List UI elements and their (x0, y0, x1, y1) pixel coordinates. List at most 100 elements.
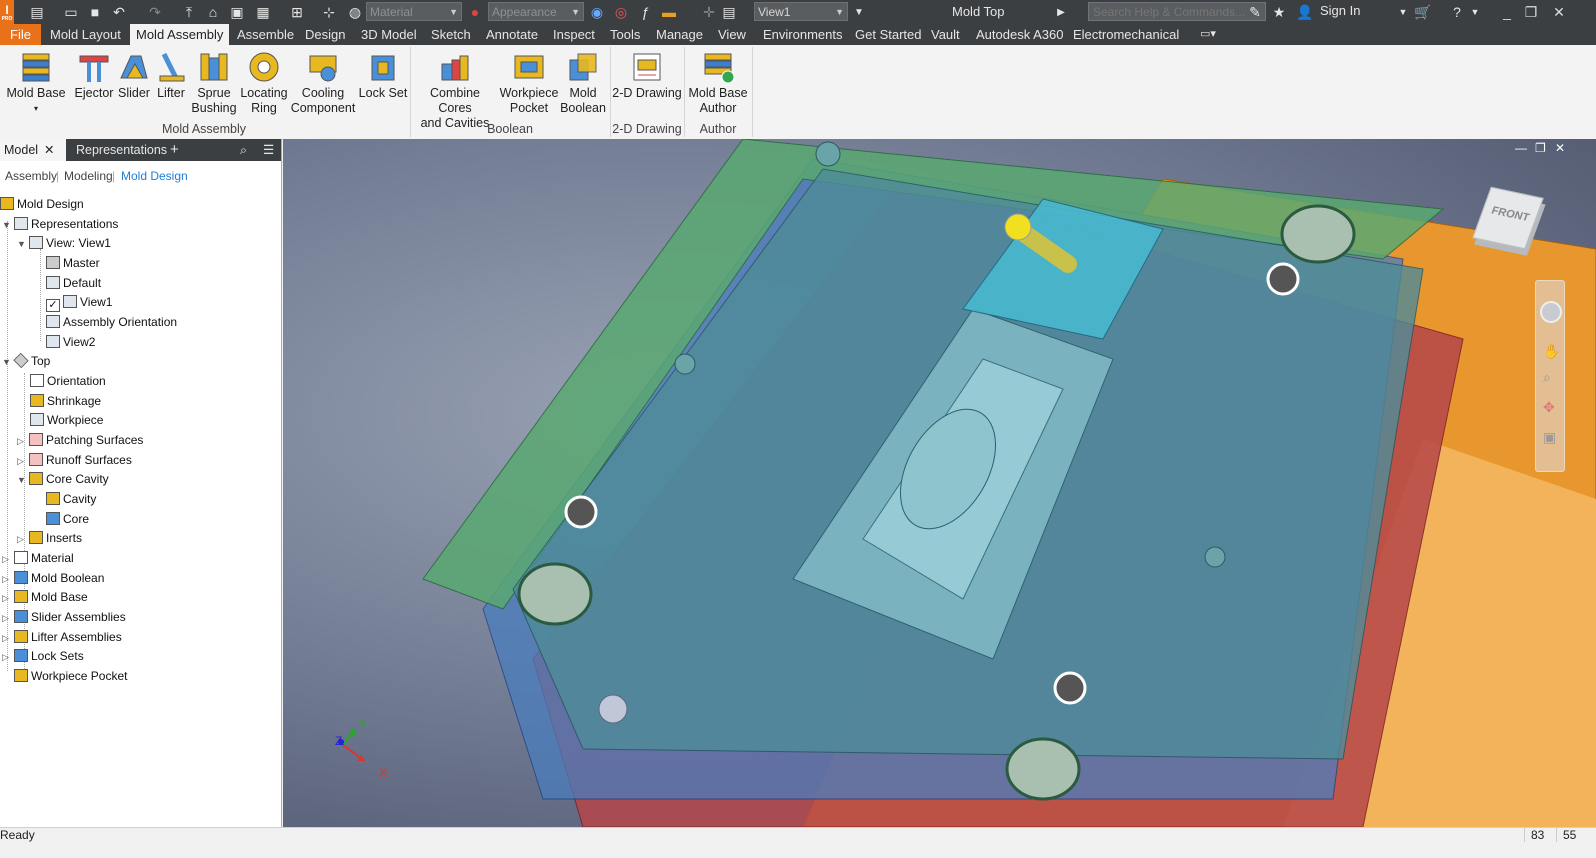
chevron-right-icon[interactable]: ▷ (2, 629, 14, 647)
subtab-modeling[interactable]: Modeling (64, 169, 113, 183)
tree-item-orientation[interactable]: Orientation (30, 372, 106, 390)
tree-item-patching-surfaces[interactable]: ▷ Patching Surfaces (17, 431, 143, 449)
ribbon-options-icon[interactable]: ▭▾ (1194, 24, 1222, 45)
tab-autodesk-a360[interactable]: Autodesk A360 (970, 24, 1069, 45)
combine-cores-button[interactable]: Combine Cores and Cavities (412, 47, 498, 131)
tree-item-mold-base[interactable]: ▷ Mold Base (2, 588, 88, 606)
restore-button[interactable]: ❐ (1520, 2, 1542, 22)
chevron-down-icon[interactable]: ▼ (1466, 3, 1484, 21)
tree-item-runoff-surfaces[interactable]: ▷ Runoff Surfaces (17, 451, 132, 469)
tab-design[interactable]: Design (299, 24, 351, 45)
chevron-right-icon[interactable]: ▷ (17, 530, 29, 548)
sign-in-link[interactable]: Sign In (1320, 3, 1360, 18)
appearance-dropdown[interactable]: Appearance ▼ (488, 2, 584, 21)
chevron-right-icon[interactable]: ▷ (2, 648, 14, 666)
tab-tools[interactable]: Tools (604, 24, 646, 45)
undo-icon[interactable]: ↶ (110, 3, 128, 21)
tab-mold-assembly[interactable]: Mold Assembly (130, 24, 230, 45)
menu-icon[interactable]: ☰ (263, 139, 274, 161)
checkbox-checked-icon[interactable]: ✓ (46, 299, 60, 312)
tab-mold-layout[interactable]: Mold Layout (44, 24, 127, 45)
tree-item-material[interactable]: ▷ Material (2, 549, 74, 567)
appearance-sphere-icon[interactable]: ● (466, 3, 484, 21)
mold-boolean-button[interactable]: Mold Boolean (560, 47, 606, 116)
communication-icon[interactable]: ✎ (1246, 3, 1264, 21)
chevron-down-icon[interactable]: ▼ (2, 353, 14, 371)
lock-set-button[interactable]: Lock Set (358, 47, 408, 101)
tab-manage[interactable]: Manage (650, 24, 709, 45)
align-icon[interactable]: ✛ (700, 3, 718, 21)
graphics-viewport[interactable]: FRONT — ❐ ✕ ✋ ⌕ ✥ ▣ X Y Z (283, 139, 1596, 827)
2d-drawing-button[interactable]: 2-D Drawing (612, 47, 682, 101)
tree-item-core-cavity[interactable]: ▼ Core Cavity (17, 470, 109, 488)
cart-icon[interactable]: 🛒 (1414, 3, 1432, 21)
help-icon[interactable]: ? (1448, 3, 1466, 21)
customize-qat-icon[interactable]: ▼ (850, 3, 868, 21)
user-icon[interactable]: 👤 (1296, 3, 1314, 21)
steering-wheel-icon[interactable] (1540, 301, 1562, 323)
subtab-assembly[interactable]: Assembly (5, 169, 57, 183)
ejector-button[interactable]: Ejector (72, 47, 116, 101)
tree-item-slider-assemblies[interactable]: ▷ Slider Assemblies (2, 608, 126, 626)
tree-item-view2[interactable]: View2 (46, 333, 95, 351)
orbit-icon[interactable]: ✥ (1543, 399, 1555, 416)
tab-get-started[interactable]: Get Started (849, 24, 927, 45)
home-icon[interactable]: ⌂ (204, 3, 222, 21)
project-icon[interactable]: ▦ (254, 3, 272, 21)
tree-item-default[interactable]: Default (46, 274, 101, 292)
viewport-restore-icon[interactable]: ❐ (1535, 141, 1546, 155)
workpiece-pocket-button[interactable]: Workpiece Pocket (498, 47, 560, 116)
minimize-button[interactable]: _ (1496, 2, 1518, 22)
close-window-button[interactable]: ✕ (1548, 2, 1570, 22)
tree-item-top[interactable]: ▼ Top (2, 352, 50, 370)
select-filter-icon[interactable]: ⊞ (288, 3, 306, 21)
cooling-component-button[interactable]: Cooling Component (290, 47, 356, 116)
chevron-down-icon[interactable]: ▼ (17, 235, 29, 253)
chevron-right-icon[interactable]: ▷ (2, 609, 14, 627)
tab-electromechanical[interactable]: Electromechanical (1067, 24, 1185, 45)
pan-icon[interactable]: ✋ (1543, 343, 1560, 360)
chevron-right-icon[interactable]: ▷ (17, 452, 29, 470)
tab-vault[interactable]: Vault (925, 24, 966, 45)
sprue-bushing-button[interactable]: Sprue Bushing (190, 47, 238, 116)
inventor-logo-icon[interactable]: I PRO (0, 0, 14, 24)
adjust-appearance-icon[interactable]: ◉ (588, 3, 606, 21)
zoom-icon[interactable]: ⌕ (1543, 369, 1551, 386)
tree-item-shrinkage[interactable]: Shrinkage (30, 392, 101, 410)
mass-props-icon[interactable]: ▤ (720, 3, 738, 21)
open-folder-icon[interactable]: ▭ (62, 3, 80, 21)
tab-annotate[interactable]: Annotate (480, 24, 544, 45)
subtab-mold-design[interactable]: Mold Design (121, 169, 188, 183)
tree-item-core[interactable]: Core (46, 510, 89, 528)
tab-inspect[interactable]: Inspect (547, 24, 601, 45)
tree-item-mold-design[interactable]: Mold Design (0, 195, 84, 213)
line-weight-icon[interactable]: ▬ (660, 3, 678, 21)
redo-icon[interactable]: ↷ (146, 3, 164, 21)
tree-item-workpiece[interactable]: Workpiece (30, 411, 103, 429)
tab-model[interactable]: Model ✕ (0, 139, 66, 161)
tab-sketch[interactable]: Sketch (425, 24, 477, 45)
tree-item-lock-sets[interactable]: ▷ Lock Sets (2, 647, 84, 665)
tree-item-inserts[interactable]: ▷ Inserts (17, 529, 82, 547)
tab-environments[interactable]: Environments (757, 24, 848, 45)
parameters-fx-icon[interactable]: ƒ (636, 3, 654, 21)
mold-base-author-button[interactable]: Mold Base Author (686, 47, 750, 116)
chevron-right-icon[interactable]: ▷ (2, 550, 14, 568)
material-dropdown[interactable]: Material ▼ (366, 2, 462, 21)
viewport-close-icon[interactable]: ✕ (1555, 141, 1565, 155)
tab-3d-model[interactable]: 3D Model (355, 24, 423, 45)
return-icon[interactable]: ⤒ (180, 3, 198, 21)
slider-button[interactable]: Slider (116, 47, 152, 101)
look-at-icon[interactable]: ▣ (1543, 429, 1556, 446)
tab-assemble[interactable]: Assemble (231, 24, 300, 45)
tree-item-view1[interactable]: ✓ View1 (46, 293, 112, 312)
save-icon[interactable]: ■ (86, 3, 104, 21)
new-file-icon[interactable]: ▤ (28, 3, 46, 21)
favorites-star-icon[interactable]: ★ (1270, 3, 1288, 21)
mold-base-button[interactable]: Mold Base ▾ (6, 47, 66, 116)
tab-view[interactable]: View (712, 24, 752, 45)
search-icon[interactable]: ⌕ (240, 139, 247, 161)
chevron-down-icon[interactable]: ▼ (1394, 3, 1412, 21)
tree-item-cavity[interactable]: Cavity (46, 490, 96, 508)
tree-item-view-view1[interactable]: ▼ View: View1 (17, 234, 111, 252)
